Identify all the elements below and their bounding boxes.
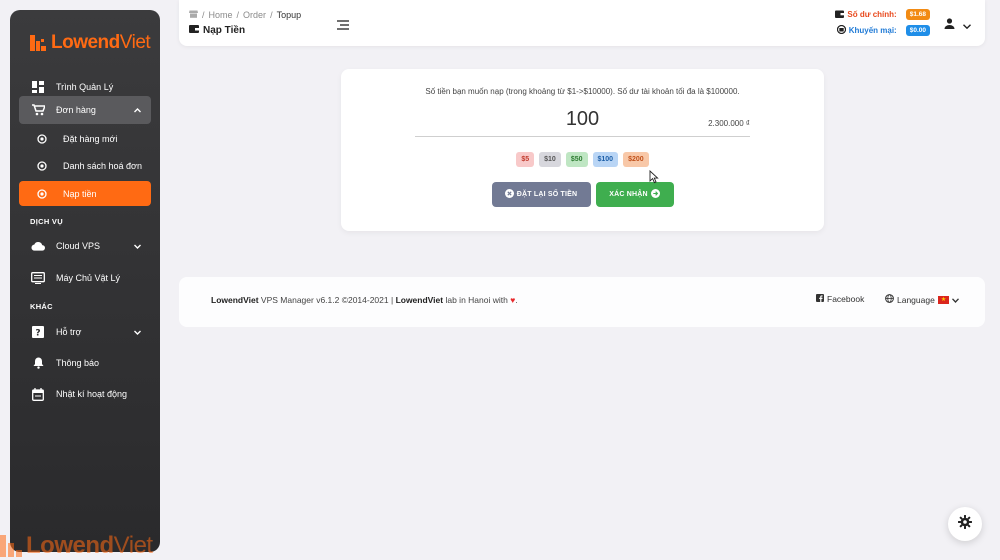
topup-note: Số tiền bạn muốn nạp (trong khoảng từ $1… bbox=[425, 87, 740, 96]
sidebar-item-new-order[interactable]: Đặt hàng mới bbox=[19, 125, 151, 153]
svg-text:?: ? bbox=[35, 329, 40, 339]
vnd-equivalent: 2.300.000 ₫ bbox=[708, 119, 750, 128]
main-balance-badge: $1.68 bbox=[905, 9, 930, 20]
logo[interactable]: LowendViet bbox=[30, 32, 151, 54]
cloud-icon bbox=[31, 239, 45, 253]
circle-dot-icon bbox=[35, 187, 49, 201]
watermark-text: LowendViet bbox=[26, 532, 153, 559]
sidebar-item-label: Hỗ trợ bbox=[56, 327, 82, 337]
globe-icon bbox=[885, 294, 894, 305]
close-circle-icon bbox=[504, 189, 514, 200]
circle-dot-icon bbox=[35, 159, 49, 173]
breadcrumb-home[interactable]: Home bbox=[209, 10, 233, 20]
wallet-icon bbox=[835, 10, 845, 20]
sidebar-item-label: Máy Chủ Vật Lý bbox=[56, 273, 121, 283]
sidebar-item-notifications[interactable]: Thông báo bbox=[19, 349, 151, 377]
menu-toggle-icon[interactable] bbox=[337, 17, 349, 30]
amount-input[interactable] bbox=[415, 108, 750, 131]
chevron-down-icon bbox=[963, 16, 971, 34]
confirm-label: XÁC NHẬN bbox=[609, 191, 648, 198]
chevron-up-icon bbox=[134, 105, 141, 115]
settings-button[interactable] bbox=[948, 507, 982, 541]
preset-100-button[interactable]: $100 bbox=[592, 152, 619, 167]
main-balance[interactable]: Số dư chính: $1.68 bbox=[835, 9, 930, 20]
preset-50-button[interactable]: $50 bbox=[565, 152, 588, 167]
breadcrumb: / Home / Order / Topup bbox=[189, 10, 301, 20]
reset-amount-button[interactable]: ĐẶT LẠI SỐ TIỀN bbox=[491, 182, 591, 207]
footer: LowendViet VPS Manager v6.1.2 ©2014-2021… bbox=[179, 277, 985, 327]
watermark-logo: LowendViet bbox=[0, 532, 153, 559]
promo-balance-badge: $0.00 bbox=[905, 25, 930, 36]
sidebar-item-label: Trình Quản Lý bbox=[56, 82, 114, 92]
sidebar-item-activity-log[interactable]: Nhật kí hoạt động bbox=[19, 380, 151, 408]
footer-tail: lab in Hanoi with bbox=[443, 295, 511, 305]
sidebar-item-label: Đặt hàng mới bbox=[63, 134, 118, 144]
footer-credit: LowendViet VPS Manager v6.1.2 ©2014-2021… bbox=[211, 295, 518, 305]
bell-icon bbox=[31, 356, 45, 370]
section-title-services: DỊCH VỤ bbox=[30, 217, 63, 226]
preset-10-button[interactable]: $10 bbox=[539, 152, 561, 167]
main-balance-label: Số dư chính: bbox=[847, 10, 897, 19]
wallet-icon bbox=[189, 24, 199, 36]
sidebar-item-invoices[interactable]: Danh sách hoá đơn bbox=[19, 152, 151, 180]
sidebar-item-orders[interactable]: Đơn hàng bbox=[19, 96, 151, 124]
sidebar-item-label: Nạp tiền bbox=[63, 188, 97, 199]
sidebar-item-label: Đơn hàng bbox=[56, 105, 96, 115]
sidebar-item-dedicated-server[interactable]: Máy Chủ Vật Lý bbox=[19, 264, 151, 292]
page-title-text: Nạp Tiền bbox=[203, 24, 246, 36]
sidebar-item-label: Cloud VPS bbox=[56, 241, 101, 251]
facebook-label: Facebook bbox=[827, 294, 865, 304]
sidebar: LowendViet Trình Quản Lý Đơn hàng Đặt hà… bbox=[10, 10, 160, 552]
calendar-icon bbox=[31, 387, 45, 401]
sidebar-item-label: Nhật kí hoạt động bbox=[56, 389, 128, 399]
gift-icon bbox=[836, 24, 846, 36]
sidebar-item-support[interactable]: ? Hỗ trợ bbox=[19, 318, 151, 346]
user-menu-button[interactable] bbox=[944, 16, 971, 34]
vietnam-flag-icon bbox=[937, 295, 949, 304]
footer-version: VPS Manager v6.1.2 ©2014-2021 | bbox=[258, 295, 396, 305]
promo-balance-label: Khuyến mại: bbox=[848, 26, 897, 35]
topbar: / Home / Order / Topup Nạp Tiền Số dư ch… bbox=[179, 0, 985, 46]
preset-5-button[interactable]: $5 bbox=[516, 152, 535, 167]
gear-icon bbox=[958, 514, 972, 534]
confirm-button[interactable]: XÁC NHẬN bbox=[595, 182, 674, 207]
preset-amounts: $5 $10 $50 $100 $200 bbox=[341, 152, 824, 167]
amount-field: 2.300.000 ₫ bbox=[415, 103, 750, 137]
chevron-down-icon bbox=[951, 295, 959, 305]
facebook-icon bbox=[816, 294, 824, 304]
sidebar-item-cloud-vps[interactable]: Cloud VPS bbox=[19, 232, 151, 260]
chevron-down-icon bbox=[134, 327, 141, 337]
chevron-down-icon bbox=[134, 241, 141, 251]
store-icon[interactable] bbox=[189, 10, 198, 20]
reset-amount-label: ĐẶT LẠI SỐ TIỀN bbox=[516, 191, 578, 198]
cart-icon bbox=[31, 103, 45, 117]
dashboard-icon bbox=[31, 80, 45, 94]
facebook-link[interactable]: Facebook bbox=[816, 294, 864, 304]
logo-icon bbox=[0, 535, 22, 557]
server-icon bbox=[31, 271, 45, 285]
footer-brand: LowendViet bbox=[211, 295, 259, 305]
sidebar-item-label: Danh sách hoá đơn bbox=[63, 161, 142, 171]
page-title: Nạp Tiền bbox=[189, 24, 245, 36]
sidebar-item-topup[interactable]: Nạp tiền bbox=[19, 181, 151, 206]
topup-actions: ĐẶT LẠI SỐ TIỀN XÁC NHẬN bbox=[341, 182, 824, 207]
user-icon bbox=[944, 16, 955, 34]
language-label: Language bbox=[897, 294, 935, 305]
preset-200-button[interactable]: $200 bbox=[623, 152, 649, 167]
mouse-cursor-icon bbox=[649, 169, 659, 189]
help-icon: ? bbox=[31, 325, 45, 339]
circle-dot-icon bbox=[35, 132, 49, 146]
promo-balance[interactable]: Khuyến mại: $0.00 bbox=[836, 24, 930, 36]
logo-text: LowendViet bbox=[51, 32, 151, 53]
sidebar-item-label: Thông báo bbox=[56, 358, 100, 368]
breadcrumb-order[interactable]: Order bbox=[243, 10, 266, 20]
section-title-other: KHÁC bbox=[30, 302, 53, 311]
arrow-right-circle-icon bbox=[650, 189, 660, 200]
footer-brand-2: LowendViet bbox=[395, 295, 444, 305]
topup-card: Số tiền bạn muốn nạp (trong khoảng từ $1… bbox=[341, 69, 824, 231]
breadcrumb-topup: Topup bbox=[276, 10, 302, 20]
language-selector[interactable]: Language bbox=[885, 294, 959, 305]
logo-icon bbox=[30, 35, 46, 51]
